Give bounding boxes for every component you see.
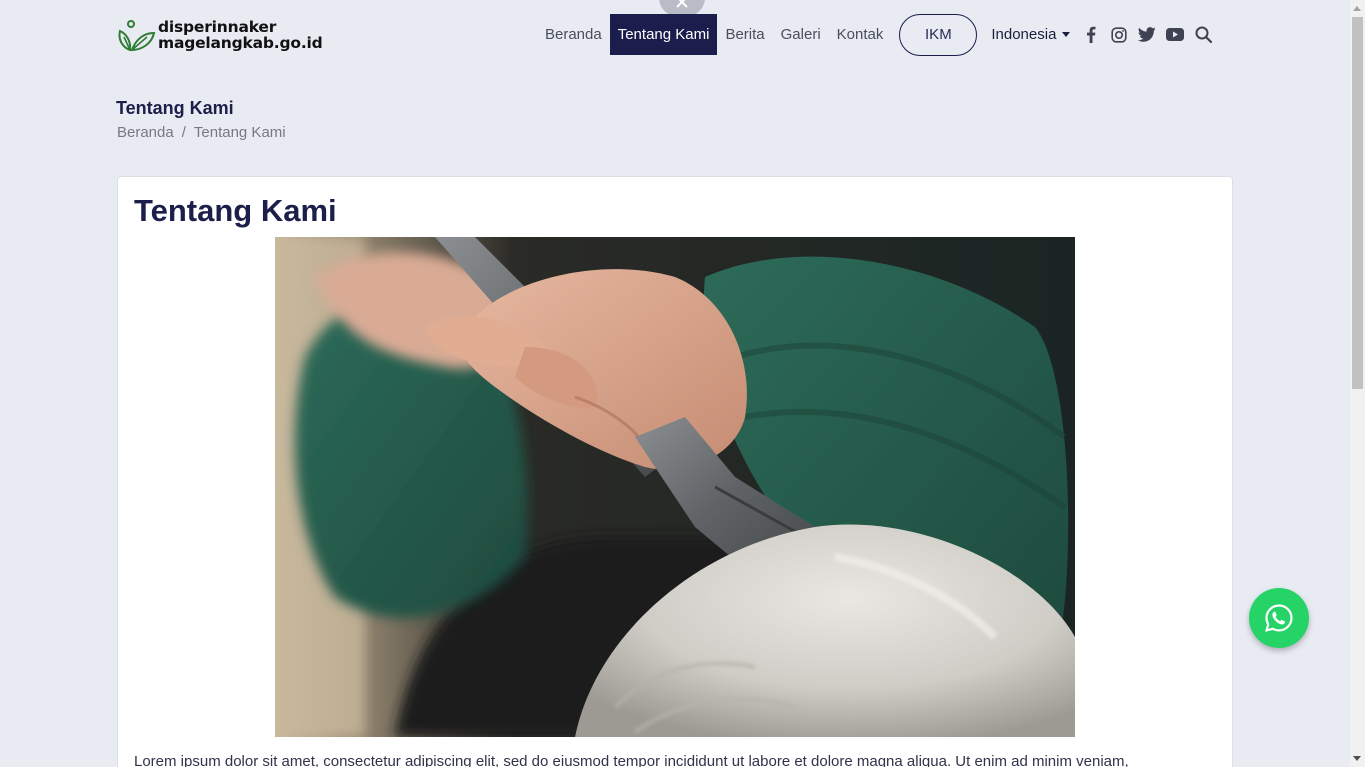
breadcrumb-home-link[interactable]: Beranda [117,124,174,141]
whatsapp-icon [1265,604,1293,632]
nav-item-beranda[interactable]: Beranda [537,14,610,55]
hero-image [275,237,1075,737]
nav-item-berita[interactable]: Berita [717,14,772,55]
content-paragraph: Lorem ipsum dolor sit amet, consectetur … [134,753,1129,767]
nav-item-tentang-kami[interactable]: Tentang Kami [609,14,718,55]
chevron-down-icon [1062,32,1071,37]
breadcrumb: Beranda / Tentang Kami [117,124,286,141]
logo-line-1: disperinnaker [158,18,277,36]
content-title: Tentang Kami [134,193,337,228]
nav-item-galeri[interactable]: Galeri [773,14,829,55]
main-nav: Beranda Tentang Kami Berita Galeri Konta… [537,13,1222,56]
page-heading: Tentang Kami [116,98,234,118]
site-header: disperinnaker magelangkab.go.id Beranda … [0,0,1350,70]
language-dropdown[interactable]: Indonesia [991,26,1071,43]
breadcrumb-current: Tentang Kami [193,124,286,141]
page-scrollbar[interactable] [1350,0,1365,767]
close-icon [676,0,688,8]
twitter-icon[interactable] [1138,26,1156,44]
youtube-icon[interactable] [1166,26,1185,44]
scroll-up-arrow-icon[interactable] [1353,6,1361,11]
nav-item-kontak[interactable]: Kontak [829,14,892,55]
whatsapp-button[interactable] [1249,588,1309,648]
instagram-icon[interactable] [1110,26,1128,44]
leaf-logo-icon [118,20,156,52]
scroll-down-arrow-icon[interactable] [1353,756,1361,761]
language-label: Indonesia [991,26,1057,43]
scroll-thumb[interactable] [1352,17,1363,389]
content-card: Tentang Kami Lorem ipsum dolor sit amet,… [117,176,1233,767]
ikm-button[interactable]: IKM [899,13,978,56]
search-icon[interactable] [1194,26,1212,44]
breadcrumb-separator: / [181,124,186,141]
logo-line-2: magelangkab.go.id [158,34,323,52]
site-logo[interactable]: disperinnaker magelangkab.go.id [116,17,323,53]
stone-carving-chisel-photo [275,237,1075,737]
facebook-icon[interactable] [1082,26,1100,44]
social-links [1082,26,1222,44]
